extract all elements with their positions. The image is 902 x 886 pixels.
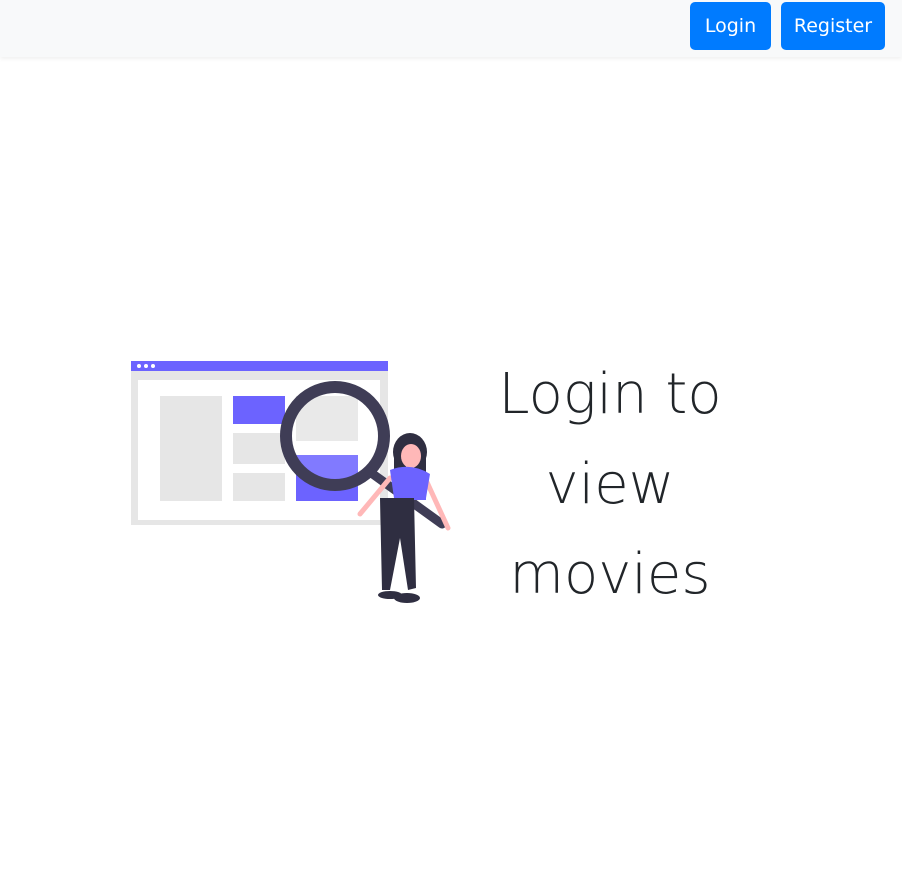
nav-actions: Login Register [690,2,885,50]
hero-line-3: movies [509,542,711,607]
navbar: Login Register [0,0,902,57]
hero-line-1: Login to [498,362,722,427]
register-button[interactable]: Register [781,2,885,50]
search-illustration-icon [131,361,451,603]
hero-message: Login to view movies [468,350,752,620]
login-button[interactable]: Login [690,2,771,50]
hero-line-2: view [545,452,675,517]
browser-titlebar [131,361,388,371]
